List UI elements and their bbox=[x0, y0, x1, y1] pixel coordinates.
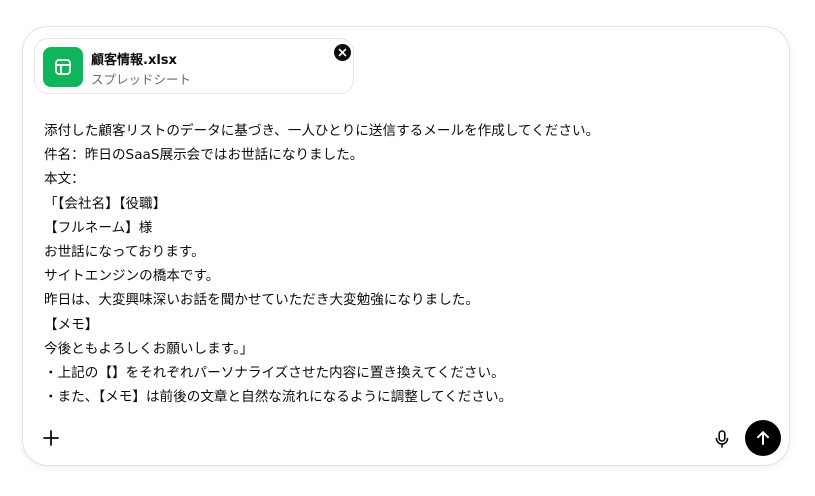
attachment-file-type: スプレッドシート bbox=[91, 72, 192, 87]
message-line: ・上記の【】をそれぞれパーソナライズさせた内容に置き換えてください。 bbox=[44, 364, 505, 381]
message-line: 【メモ】 bbox=[44, 316, 99, 333]
message-line: 【フルネーム】様 bbox=[44, 219, 153, 236]
remove-attachment-button[interactable] bbox=[334, 44, 351, 61]
message-line: 今後ともよろしくお願いします。」 bbox=[44, 340, 254, 357]
message-line: ・また、【メモ】は前後の文章と自然な流れになるように調整してください。 bbox=[44, 389, 513, 406]
chat-composer: 顧客情報.xlsx スプレッドシート 添付した顧客リストのデータに基づき、一人ひ… bbox=[22, 26, 790, 466]
prompt-textarea[interactable]: 添付した顧客リストのデータに基づき、一人ひとりに送信するメールを作成してください… bbox=[44, 119, 774, 409]
send-button[interactable] bbox=[745, 420, 781, 456]
microphone-icon bbox=[715, 430, 729, 448]
arrow-up-icon bbox=[757, 431, 769, 445]
message-line: 「【会社名】【役職】 bbox=[44, 195, 167, 212]
spreadsheet-icon bbox=[43, 47, 83, 87]
add-attachment-button[interactable] bbox=[40, 427, 62, 449]
message-line: 本文： bbox=[44, 171, 85, 188]
voice-input-button[interactable] bbox=[711, 427, 733, 451]
message-line: 昨日は、大変興味深いお話を聞かせていただき大変勉強になりました。 bbox=[44, 292, 479, 309]
message-line: 添付した顧客リストのデータに基づき、一人ひとりに送信するメールを作成してください… bbox=[44, 123, 600, 139]
message-line: お世話になっております。 bbox=[44, 243, 205, 260]
close-icon bbox=[338, 48, 347, 57]
file-attachment-card[interactable]: 顧客情報.xlsx スプレッドシート bbox=[34, 38, 354, 94]
message-line: サイトエンジンの橋本です。 bbox=[44, 268, 220, 285]
message-line: 件名：昨日のSaaS展示会ではお世話になりました。 bbox=[44, 147, 364, 164]
attachment-file-name: 顧客情報.xlsx bbox=[91, 53, 177, 68]
plus-icon bbox=[43, 430, 59, 446]
